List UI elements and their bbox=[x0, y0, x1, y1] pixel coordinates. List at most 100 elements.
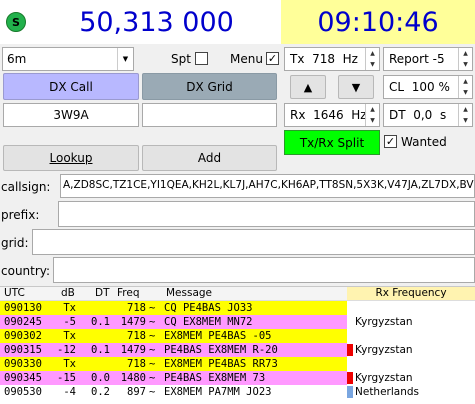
col-rx-frequency: Rx Frequency bbox=[347, 287, 475, 300]
callsign-label: callsign: bbox=[1, 180, 51, 194]
rx-freq-value: 1646 bbox=[313, 108, 344, 122]
wanted-checkbox[interactable]: ✓ bbox=[384, 135, 397, 148]
decode-db: -5 bbox=[63, 316, 76, 328]
dt-unit: s bbox=[439, 108, 447, 122]
report-value: -5 bbox=[432, 52, 445, 66]
band-select[interactable]: 6m ▼ bbox=[2, 47, 134, 71]
dial-frequency-display: 50,313 000 bbox=[32, 0, 281, 44]
decode-db: -15 bbox=[57, 372, 76, 384]
decode-message: PE4BAS EX8MEM 73 bbox=[164, 372, 266, 384]
spin-up-icon[interactable]: ▲ bbox=[366, 104, 379, 115]
dx-grid-input[interactable] bbox=[142, 103, 277, 127]
priority-marker-icon bbox=[347, 386, 353, 398]
decode-row[interactable]: 090530 -4 0.2 897 ~ EX8MEM PA7MM JO23 Netherla… bbox=[0, 385, 475, 399]
dt-value: 0,0 bbox=[413, 108, 433, 122]
tx-freq-label: Tx bbox=[290, 52, 305, 66]
cl-unit: % bbox=[438, 80, 450, 94]
decode-row[interactable]: 090345 -15 0.0 1480 ~ PE4BAS EX8MEM 73 Kyrgyzs… bbox=[0, 371, 475, 385]
decode-sep: ~ bbox=[149, 358, 156, 370]
prefix-field[interactable] bbox=[58, 201, 475, 227]
col-message: Message bbox=[166, 287, 213, 299]
decode-utc: 090330 bbox=[4, 358, 42, 370]
decode-utc: 090245 bbox=[4, 316, 42, 328]
decode-db: Tx bbox=[63, 302, 76, 314]
decode-country: Kyrgyzstan bbox=[355, 316, 413, 328]
decode-db: -12 bbox=[57, 344, 76, 356]
decode-sep: ~ bbox=[149, 302, 156, 314]
decode-country: Kyrgyzstan bbox=[355, 344, 413, 356]
decode-message: CQ EX8MEM MN72 bbox=[164, 316, 253, 328]
dt-spinbox[interactable]: DT 0,0 s ▲ ▼ bbox=[383, 103, 473, 127]
wanted-label: Wanted bbox=[401, 135, 447, 149]
decode-sep: ~ bbox=[149, 372, 156, 384]
cl-label: CL bbox=[389, 80, 405, 94]
decode-row[interactable]: 090130 Tx 718 ~ CQ PE4BAS JO33 bbox=[0, 301, 475, 315]
cl-spinbox[interactable]: CL 100 % ▲ ▼ bbox=[383, 75, 473, 99]
decode-list-header: UTC dB DT Freq Message Rx Frequency bbox=[0, 287, 475, 301]
spin-down-icon[interactable]: ▼ bbox=[459, 59, 472, 70]
spin-up-icon[interactable]: ▲ bbox=[459, 48, 472, 59]
decode-utc: 090302 bbox=[4, 330, 42, 342]
decode-row[interactable]: 090245 -5 0.1 1479 ~ CQ EX8MEM MN72 Kyrgyzstan bbox=[0, 315, 475, 329]
decode-rows: 090130 Tx 718 ~ CQ PE4BAS JO33 090245 -5 0.1 147… bbox=[0, 301, 475, 399]
country-field[interactable] bbox=[53, 257, 475, 283]
grid-field[interactable] bbox=[32, 229, 475, 255]
spin-down-icon[interactable]: ▼ bbox=[366, 59, 379, 70]
spin-up-icon[interactable]: ▲ bbox=[366, 48, 379, 59]
decode-sep: ~ bbox=[149, 330, 156, 342]
decode-row[interactable]: 090302 Tx 718 ~ EX8MEM PE4BAS -05 bbox=[0, 329, 475, 343]
decode-message: CQ PE4BAS JO33 bbox=[164, 302, 253, 314]
add-button-label: Add bbox=[197, 151, 222, 165]
decode-country: Kyrgyzstan bbox=[355, 372, 413, 384]
decode-dt: 0.2 bbox=[91, 386, 110, 398]
decode-row[interactable]: 090315 -12 0.1 1479 ~ PE4BAS EX8MEM R-20 Kyrgy… bbox=[0, 343, 475, 357]
spin-down-icon[interactable]: ▼ bbox=[459, 87, 472, 98]
arrow-down-icon: ▼ bbox=[351, 80, 361, 94]
decode-message: EX8MEM PE4BAS -05 bbox=[164, 330, 272, 342]
spin-down-icon[interactable]: ▼ bbox=[366, 115, 379, 126]
spin-up-icon[interactable]: ▲ bbox=[459, 104, 472, 115]
spt-checkbox[interactable] bbox=[195, 52, 208, 65]
decode-utc: 090345 bbox=[4, 372, 42, 384]
callsign-field[interactable]: A,ZD8SC,TZ1CE,YI1QEA,KH2L,KL7J,AH7C,KH6A… bbox=[60, 174, 475, 198]
decode-db: -4 bbox=[63, 386, 76, 398]
decode-list[interactable]: UTC dB DT Freq Message Rx Frequency 0901… bbox=[0, 286, 475, 404]
tx-frequency-spinbox[interactable]: Tx 718 Hz ▲ ▼ bbox=[284, 47, 380, 71]
checkmark-icon: ✓ bbox=[267, 52, 278, 65]
decode-freq: 897 bbox=[127, 386, 146, 398]
status-led-label: S bbox=[12, 15, 20, 29]
decode-utc: 090315 bbox=[4, 344, 42, 356]
dx-call-input[interactable]: 3W9A bbox=[3, 103, 139, 127]
rx-frequency-spinbox[interactable]: Rx 1646 Hz ▲ ▼ bbox=[284, 103, 380, 127]
decode-db: Tx bbox=[63, 358, 76, 370]
dial-frequency: 50,313 000 bbox=[79, 6, 234, 38]
checkmark-icon: ✓ bbox=[385, 135, 396, 148]
grid-label: grid: bbox=[1, 236, 29, 250]
spin-down-icon[interactable]: ▼ bbox=[459, 115, 472, 126]
decode-country: Netherlands bbox=[355, 386, 420, 398]
report-spinbox[interactable]: Report -5 ▲ ▼ bbox=[383, 47, 473, 71]
decode-freq: 718 bbox=[127, 358, 146, 370]
dx-grid-button-label: DX Grid bbox=[186, 79, 233, 94]
menu-checkbox[interactable]: ✓ bbox=[266, 52, 279, 65]
menu-label: Menu bbox=[230, 52, 263, 66]
arrow-up-icon: ▲ bbox=[303, 80, 313, 94]
tx-rx-split-button[interactable]: Tx/Rx Split bbox=[284, 130, 380, 155]
tx-down-button[interactable]: ▼ bbox=[338, 75, 374, 99]
decode-row[interactable]: 090330 Tx 718 ~ EX8MEM PE4BAS RR73 bbox=[0, 357, 475, 371]
dx-call-button[interactable]: DX Call bbox=[3, 73, 139, 100]
add-button[interactable]: Add bbox=[142, 145, 277, 171]
dx-call-button-label: DX Call bbox=[49, 79, 93, 94]
decode-message: EX8MEM PE4BAS RR73 bbox=[164, 358, 278, 370]
decode-freq: 1479 bbox=[120, 344, 146, 356]
spin-up-icon[interactable]: ▲ bbox=[459, 76, 472, 87]
lookup-button[interactable]: Lookup bbox=[3, 145, 139, 171]
decode-sep: ~ bbox=[149, 386, 156, 398]
col-db: dB bbox=[61, 287, 75, 299]
decode-message: EX8MEM PA7MM JO23 bbox=[164, 386, 272, 398]
col-freq: Freq bbox=[117, 287, 140, 299]
decode-dt: 0.1 bbox=[91, 316, 110, 328]
tx-freq-unit: Hz bbox=[342, 52, 358, 66]
dx-grid-button[interactable]: DX Grid bbox=[142, 73, 277, 100]
tx-up-button[interactable]: ▲ bbox=[290, 75, 326, 99]
